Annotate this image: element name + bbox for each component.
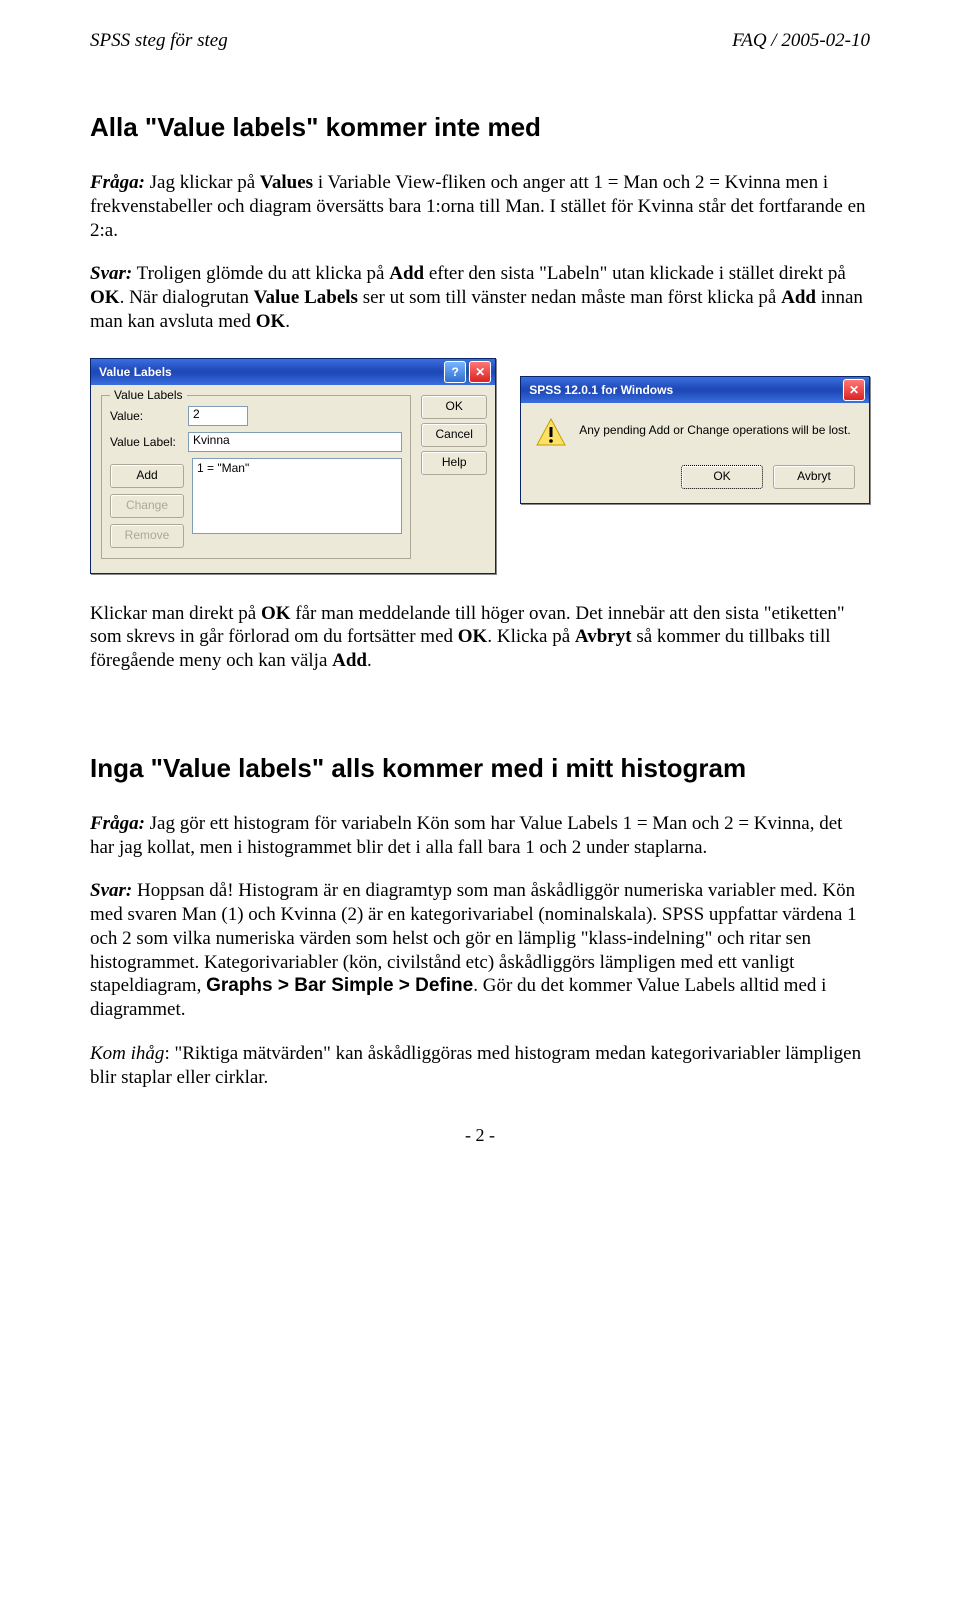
section2-question: Fråga: Jag gör ett histogram för variabe…: [90, 812, 870, 860]
close-icon[interactable]: ✕: [469, 361, 491, 383]
value-labels-group: Value Labels Value: 2 Value Label: Kvinn…: [101, 395, 411, 559]
help-button[interactable]: Help: [421, 451, 487, 475]
group-legend: Value Labels: [110, 388, 187, 402]
section1-title: Alla "Value labels" kommer inte med: [90, 112, 870, 143]
value-labels-dialog: Value Labels ? ✕ Value Labels Value: 2 V…: [90, 358, 496, 574]
spss-alert-dialog: SPSS 12.0.1 for Windows ✕ Any pending Ad…: [520, 376, 870, 504]
value-label-label: Value Label:: [110, 435, 188, 449]
section2-answer: Svar: Hoppsan då! Histogram är en diagra…: [90, 879, 870, 1022]
page-header: SPSS steg för steg FAQ / 2005-02-10: [90, 30, 870, 52]
alert-ok-button[interactable]: OK: [681, 465, 763, 489]
change-button[interactable]: Change: [110, 494, 184, 518]
alert-title: SPSS 12.0.1 for Windows: [529, 383, 840, 397]
cancel-button[interactable]: Cancel: [421, 423, 487, 447]
alert-cancel-button[interactable]: Avbryt: [773, 465, 855, 489]
ok-button[interactable]: OK: [421, 395, 487, 419]
value-labels-titlebar[interactable]: Value Labels ? ✕: [91, 359, 495, 385]
section2-title: Inga "Value labels" alls kommer med i mi…: [90, 753, 870, 784]
section1-answer: Svar: Troligen glömde du att klicka på A…: [90, 262, 870, 333]
section2-remember: Kom ihåg: "Riktiga mätvärden" kan åskådl…: [90, 1042, 870, 1090]
value-label: Value:: [110, 409, 188, 423]
section1-followup: Klickar man direkt på OK får man meddela…: [90, 602, 870, 673]
header-right: FAQ / 2005-02-10: [732, 30, 870, 52]
alert-message: Any pending Add or Change operations wil…: [579, 417, 851, 437]
value-input[interactable]: 2: [188, 406, 248, 426]
add-button[interactable]: Add: [110, 464, 184, 488]
alert-titlebar[interactable]: SPSS 12.0.1 for Windows ✕: [521, 377, 869, 403]
warning-icon: [535, 417, 567, 449]
help-icon[interactable]: ?: [444, 361, 466, 383]
section1-question: Fråga: Jag klickar på Values i Variable …: [90, 171, 870, 242]
page-number: - 2 -: [90, 1125, 870, 1146]
remove-button[interactable]: Remove: [110, 524, 184, 548]
list-item[interactable]: 1 = "Man": [197, 461, 397, 475]
value-label-input[interactable]: Kvinna: [188, 432, 402, 452]
close-icon[interactable]: ✕: [843, 379, 865, 401]
labels-listbox[interactable]: 1 = "Man": [192, 458, 402, 534]
header-left: SPSS steg för steg: [90, 30, 228, 52]
value-labels-title: Value Labels: [99, 365, 441, 379]
